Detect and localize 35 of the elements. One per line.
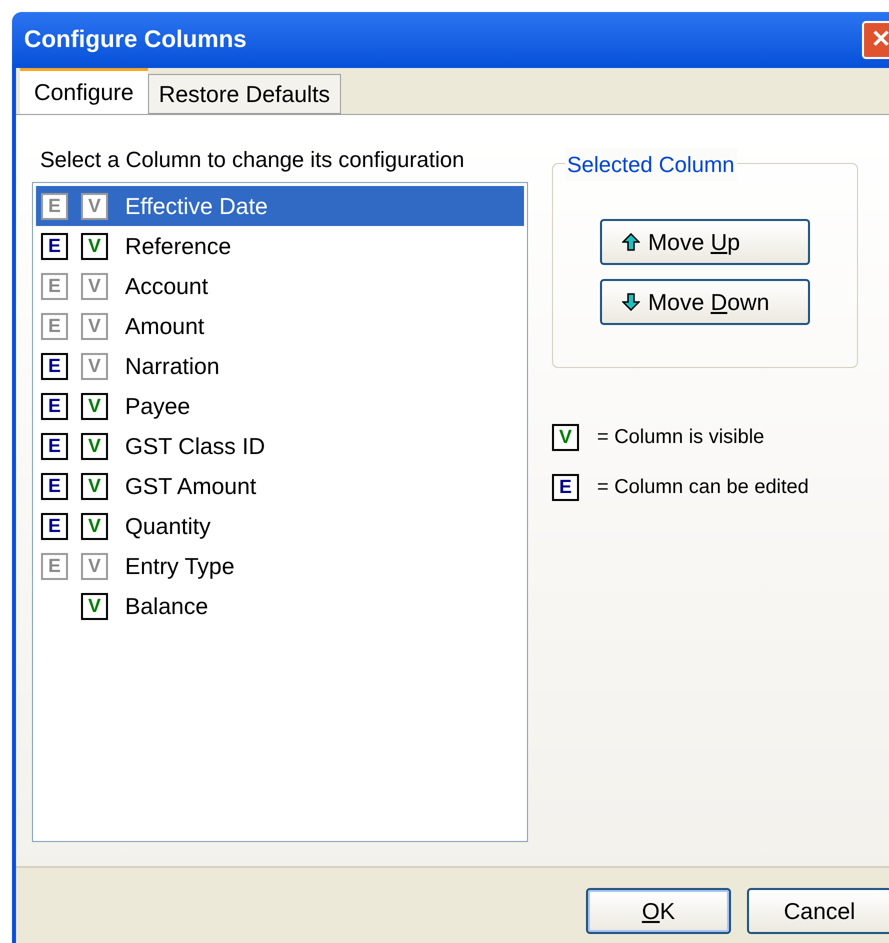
move-down-button[interactable]: Move Down (600, 279, 810, 325)
column-list-item[interactable]: E V Quantity (36, 506, 524, 546)
group-title: Selected Column (565, 148, 737, 181)
editable-flag[interactable]: E (41, 392, 68, 420)
visible-flag[interactable]: V (81, 512, 108, 540)
editable-flag[interactable]: E (552, 474, 579, 500)
down-arrow-icon (622, 293, 640, 311)
editable-flag[interactable]: E (41, 352, 68, 380)
instruction-text: Select a Column to change its configuration (40, 146, 466, 174)
editable-flag[interactable]: E (41, 432, 68, 460)
up-arrow-icon (622, 233, 640, 251)
visible-flag[interactable]: V (81, 232, 108, 260)
cancel-button[interactable]: Cancel (747, 888, 889, 934)
editable-flag[interactable]: E (41, 472, 68, 500)
tab[interactable]: Configure (20, 68, 148, 114)
legend-text: = Column is visible (597, 425, 764, 450)
move-up-button[interactable]: Move Up (600, 219, 810, 265)
window-title: Configure Columns (24, 25, 247, 55)
tab[interactable]: Restore Defaults (148, 74, 342, 114)
visible-flag[interactable]: V (81, 432, 108, 460)
visible-flag[interactable]: V (81, 392, 108, 420)
editable-flag[interactable]: E (41, 512, 68, 540)
visible-flag[interactable]: V (81, 592, 108, 620)
editable-flag[interactable]: E (41, 232, 68, 260)
column-list-item[interactable]: E V GST Amount (36, 466, 524, 506)
legend-text: = Column can be edited (597, 475, 809, 500)
visible-flag[interactable]: V (81, 472, 108, 500)
column-list-item[interactable]: E V GST Class ID (36, 426, 524, 466)
column-list-item[interactable]: E V Payee (36, 386, 524, 426)
column-list-item[interactable]: E V Reference (36, 226, 524, 266)
visible-flag[interactable]: V (552, 424, 579, 450)
column-list-item[interactable]: E V Narration (36, 346, 524, 386)
ok-button[interactable]: OK (586, 888, 731, 934)
column-list-item[interactable]: V Balance (36, 586, 524, 626)
close-button[interactable]: ✕ (862, 21, 889, 59)
